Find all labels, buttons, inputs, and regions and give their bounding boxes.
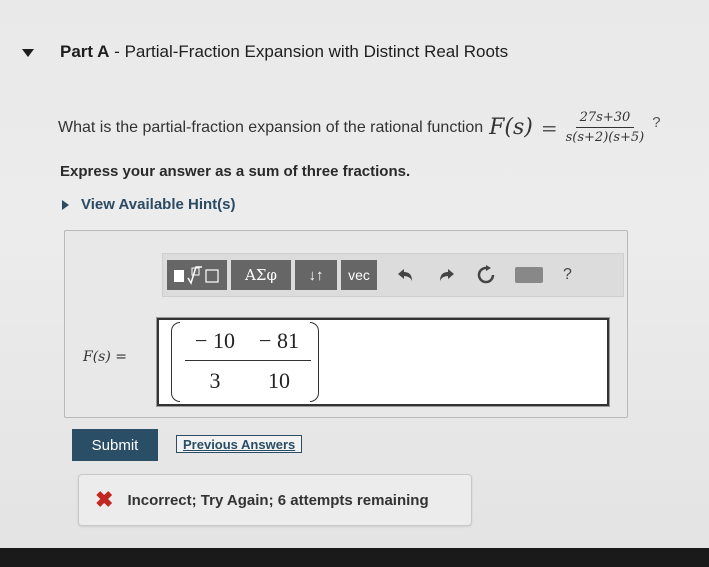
monitor-bezel (0, 548, 709, 567)
keyboard-icon[interactable] (515, 267, 543, 283)
redo-icon[interactable] (435, 264, 457, 286)
numerator: 27s+30 (575, 110, 635, 128)
reset-icon[interactable] (475, 264, 497, 286)
rational-function: 27s+30 s(s+2)(s+5) (566, 110, 645, 145)
answer-panel: ΑΣφ ↓↑ vec ? F(s) = − 10 − 81 3 10 (64, 230, 628, 418)
templates-icon (174, 266, 219, 285)
part-title-text: Partial-Fraction Expansion with Distinct… (124, 42, 509, 61)
view-hints-link[interactable]: View Available Hint(s) (62, 196, 236, 213)
question-text: What is the partial-fraction expansion o… (58, 118, 484, 136)
part-title: Part A - Partial-Fraction Expansion with… (60, 42, 508, 62)
denominator-2: 10 (268, 368, 290, 393)
feedback-text: Incorrect; Try Again; 6 attempts remaini… (127, 491, 429, 509)
question: What is the partial-fraction expansion o… (58, 110, 661, 145)
help-button[interactable]: ? (563, 266, 572, 284)
greek-symbols-button[interactable]: ΑΣφ (231, 260, 291, 290)
answer-input[interactable]: − 10 − 81 3 10 (156, 317, 610, 407)
templates-button[interactable] (167, 260, 227, 290)
answer-label: F(s) = (83, 349, 128, 365)
right-paren (310, 322, 319, 402)
denominator: s(s+2)(s+5) (565, 130, 645, 145)
vector-button[interactable]: vec (341, 260, 377, 290)
part-label: Part A (60, 42, 110, 61)
numerator-2: − 81 (259, 328, 299, 353)
arrows-button[interactable]: ↓↑ (295, 260, 337, 290)
fraction-bar (185, 360, 311, 361)
part-header[interactable]: Part A - Partial-Fraction Expansion with… (22, 42, 508, 62)
equals-sign: = (540, 115, 558, 140)
undo-icon[interactable] (395, 264, 417, 286)
answer-expression: − 10 − 81 3 10 (171, 322, 319, 402)
function-lhs: F(s) (489, 115, 533, 140)
submit-button[interactable]: Submit (72, 429, 158, 461)
question-mark: ? (652, 114, 661, 131)
math-toolbar: ΑΣφ ↓↑ vec ? (162, 253, 624, 297)
hints-label: View Available Hint(s) (81, 196, 236, 213)
x-icon: ✖ (95, 487, 114, 512)
part-separator: - (109, 42, 125, 61)
left-paren (171, 322, 180, 402)
collapse-triangle-icon[interactable] (22, 49, 34, 57)
feedback-box: ✖ Incorrect; Try Again; 6 attempts remai… (78, 474, 472, 526)
expand-triangle-icon (62, 199, 69, 210)
denominator-1: 3 (209, 368, 221, 393)
numerator-1: − 10 (195, 328, 235, 353)
previous-answers-button[interactable]: Previous Answers (176, 435, 303, 453)
instruction: Express your answer as a sum of three fr… (60, 163, 411, 180)
